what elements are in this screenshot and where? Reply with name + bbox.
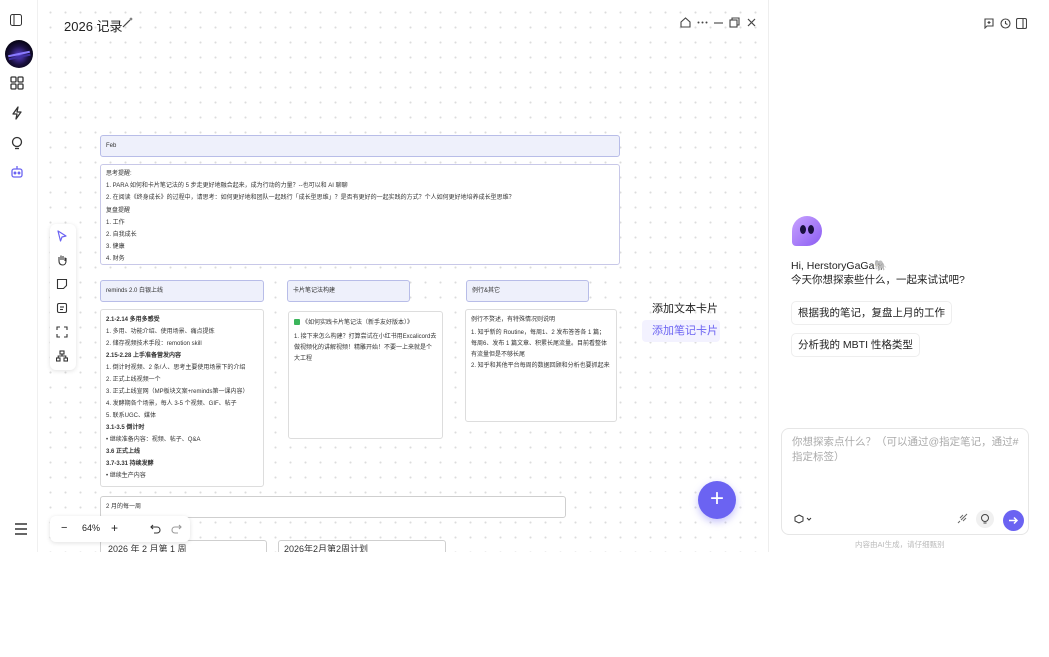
zoom-out-button[interactable]: −	[61, 522, 67, 534]
more-icon[interactable]	[697, 17, 709, 29]
rocket-icon[interactable]	[956, 513, 968, 525]
chat-input-placeholder: 你想探索点什么？（可以通过@指定笔记，通过#指定标签）	[792, 436, 1019, 463]
card-line: 2. 储存视频技术手段：remotion skill	[106, 341, 202, 347]
card-line: 4. 财务	[106, 256, 125, 263]
card-line: 1. 多用、功能介绍、使用场景、痛点提炼	[106, 329, 215, 335]
card-week2[interactable]: 2026年2月第2周计划	[278, 540, 446, 552]
card-line: 2. 自我成长	[106, 232, 137, 239]
card-line: 1. 知乎新的 Routine，每周1、2 发布答答各 1 篇；每周6、发布 1…	[471, 330, 608, 358]
card-line: 例行不赘述，有特殊情况则说明	[471, 317, 556, 323]
suggestion-mbti[interactable]: 分析我的 MBTI 性格类型	[791, 333, 920, 357]
zoom-level: 64%	[82, 523, 101, 533]
card-line: 4. 发酵期各个场景，每人 3-5 个视频、GIF、帖子	[106, 401, 237, 407]
assistant-greeting: Hi, HerstoryGaGa🐘 今天你想探索些什么，一起来试试吧?	[791, 259, 965, 287]
ai-disclaimer: 内容由AI生成，请仔细甄别	[855, 540, 945, 549]
card-line: 1. 倒计时视频、2 条/人、思考主要使用场景下的介绍	[106, 365, 246, 371]
card-line: 复盘提醒	[106, 207, 131, 214]
card-line: 1. 接下来怎么构建？打算尝试在小红书用Excalicord去做视频化的讲解视频…	[294, 334, 437, 362]
card-line: 2. 在阅读《终身成长》的过程中，请思考：如何更好地和团队一起践行「成长型思维」…	[106, 195, 515, 202]
card-line: 3.7-3.31 持续发酵	[106, 461, 154, 467]
card-line: 3.1-3.5 倒计时	[106, 425, 145, 431]
card-line-text: 《如何实践卡片笔记法（新手友好版本）》	[302, 320, 414, 326]
redo-icon[interactable]	[171, 523, 182, 534]
suggestion-review-work[interactable]: 根据我的笔记，复盘上月的工作	[791, 301, 952, 325]
zoom-in-button[interactable]: +	[111, 521, 118, 535]
card-cardnote-body[interactable]: 《如何实践卡片笔记法（新手友好版本）》 1. 接下来怎么构建？打算尝试在小红书用…	[288, 311, 443, 439]
card-line: 5. 联系UGC、媒体	[106, 413, 157, 419]
mindmap-tool-icon[interactable]	[56, 350, 70, 364]
card-reminds-head[interactable]: reminds 2.0 白银上线	[100, 280, 264, 302]
left-nav	[0, 0, 38, 552]
history-icon[interactable]	[1000, 18, 1011, 29]
avatar[interactable]	[5, 40, 33, 68]
zoom-toolbar: − 64% +	[50, 516, 190, 542]
lightbulb-icon[interactable]	[10, 136, 28, 154]
card-feb[interactable]: Feb	[100, 135, 620, 157]
send-button[interactable]	[1003, 510, 1024, 531]
new-chat-icon[interactable]	[984, 18, 995, 29]
card-line: 1. 工作	[106, 219, 125, 226]
greeting-subtitle: 今天你想探索些什么，一起来试试吧?	[791, 274, 965, 286]
card-reminds-body[interactable]: 2.1-2.14 多用多感受 1. 多用、功能介绍、使用场景、痛点提炼 2. 储…	[100, 309, 264, 487]
card-line: 1. PARA 如何和卡片笔记法的 5 步走更好地融合起来，成为行动的力量？--…	[106, 183, 348, 190]
undo-icon[interactable]	[150, 523, 161, 534]
assistant-avatar-icon	[792, 216, 822, 246]
sidebar-toggle-icon[interactable]	[10, 14, 28, 32]
card-line: 思考提醒:	[106, 171, 132, 177]
menu-item-add-note-card[interactable]: 添加笔记卡片	[642, 320, 720, 342]
add-card-menu: 添加文本卡片 添加笔记卡片	[642, 298, 720, 344]
card-line: 继续生产内容	[106, 470, 258, 482]
sticky-tool-icon[interactable]	[56, 302, 70, 316]
magic-wand-icon[interactable]	[122, 16, 136, 30]
note-tool-icon[interactable]	[56, 278, 70, 292]
chat-input[interactable]: 你想探索点什么？（可以通过@指定笔记，通过#指定标签）	[781, 428, 1029, 535]
card-line: 3. 健康	[106, 244, 125, 251]
grid-icon[interactable]	[10, 76, 28, 94]
minimize-icon[interactable]	[713, 17, 725, 29]
document-title[interactable]: 2026 记录	[64, 16, 123, 35]
card-routine-head[interactable]: 例行&其它	[466, 280, 589, 302]
app-window: 2026 记录 Feb 思考提醒: 1. PARA 如何和卡片笔记法的 5 步走…	[0, 0, 1049, 552]
card-line: 2. 知乎和其他平台每周的数据回顾和分析也要抓起来	[471, 363, 610, 369]
card-line: 2.15-2.28 上手准备营发内容	[106, 353, 182, 359]
lightning-icon[interactable]	[10, 106, 28, 124]
pointer-tool-icon[interactable]	[56, 230, 70, 244]
card-line: 2. 正式上线视频一个	[106, 377, 161, 383]
panel-toggle-icon[interactable]	[1016, 18, 1027, 29]
card-cardnote-head[interactable]: 卡片笔记法构建	[287, 280, 410, 302]
close-icon[interactable]	[746, 17, 758, 29]
card-line: 3. 正式上线宣网（MP板块文案+reminds第一课内容）	[106, 389, 249, 395]
checkbox-checked-icon[interactable]	[294, 319, 300, 325]
card-weekly[interactable]: 2 月的每一周	[100, 496, 566, 518]
robot-icon[interactable]	[10, 165, 28, 183]
restore-icon[interactable]	[729, 17, 741, 29]
card-routine-body[interactable]: 例行不赘述，有特殊情况则说明 1. 知乎新的 Routine，每周1、2 发布答…	[465, 309, 617, 422]
frame-tool-icon[interactable]	[56, 326, 70, 340]
card-line: 3.6 正式上线	[106, 449, 141, 455]
menu-item-add-text-card[interactable]: 添加文本卡片	[642, 298, 720, 320]
card-line: 《如何实践卡片笔记法（新手友好版本）》	[294, 318, 437, 329]
idea-toggle-icon[interactable]	[976, 510, 994, 528]
menu-icon[interactable]	[14, 522, 28, 536]
card-line: 继续准备内容：视频、帖子、Q&A	[106, 434, 258, 446]
card-line: 2.1-2.14 多用多感受	[106, 317, 160, 323]
add-button[interactable]: +	[698, 481, 736, 519]
greeting-title: Hi, HerstoryGaGa🐘	[791, 260, 888, 272]
home-icon[interactable]	[680, 17, 692, 29]
tool-palette	[50, 224, 76, 370]
hand-tool-icon[interactable]	[56, 254, 70, 268]
card-thinking[interactable]: 思考提醒: 1. PARA 如何和卡片笔记法的 5 步走更好地融合起来，成为行动…	[100, 164, 620, 265]
model-select-icon[interactable]	[794, 514, 814, 524]
